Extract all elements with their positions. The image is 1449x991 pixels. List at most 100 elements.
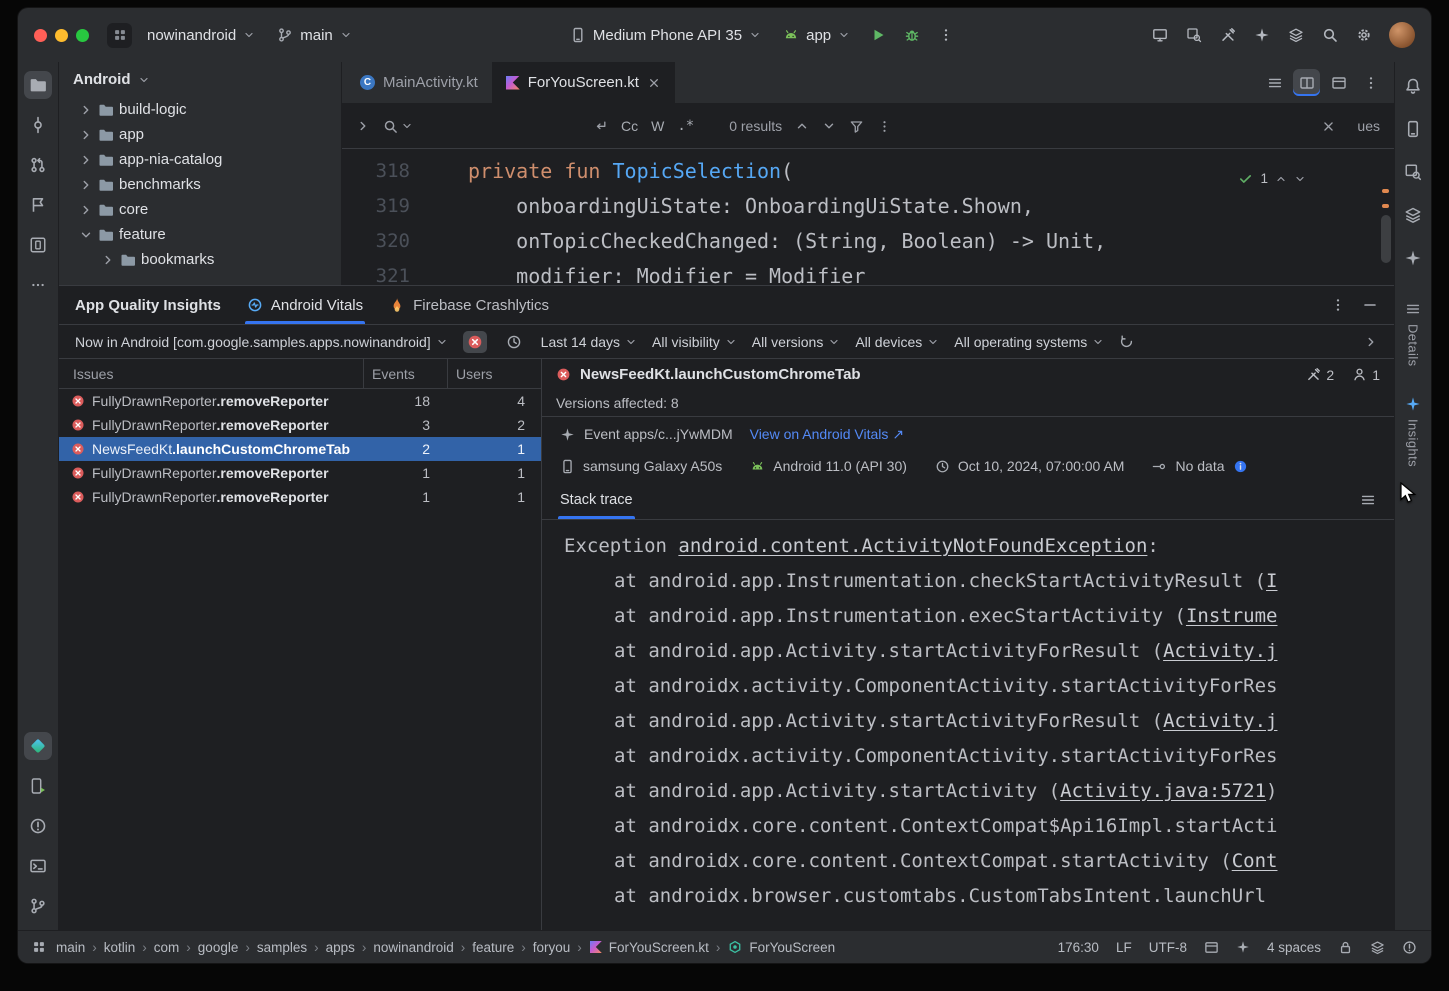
close-window-button[interactable]: [34, 29, 47, 42]
gemini-tool-icon[interactable]: [1399, 244, 1427, 272]
refresh-icon[interactable]: [1119, 334, 1134, 349]
scroll-right-icon[interactable]: [1364, 335, 1378, 349]
reader-mode-icon[interactable]: [1204, 940, 1219, 955]
more-tools-icon[interactable]: [24, 271, 52, 299]
error-stripe-mark[interactable]: [1382, 204, 1389, 208]
search-input[interactable]: [426, 117, 580, 136]
tree-item[interactable]: benchmarks: [59, 172, 341, 197]
previous-problem-icon[interactable]: [1275, 173, 1287, 185]
next-problem-icon[interactable]: [1294, 173, 1306, 185]
editor-list-icon[interactable]: [1261, 69, 1288, 96]
pull-requests-tool-icon[interactable]: [24, 151, 52, 179]
branch-selector[interactable]: main: [268, 21, 361, 50]
run-configuration-selector[interactable]: app: [774, 21, 859, 50]
run-button[interactable]: [863, 20, 893, 50]
tab-firebase-crashlytics[interactable]: Firebase Crashlytics: [389, 286, 549, 324]
breadcrumb-item[interactable]: ForYouScreen.kt: [607, 940, 711, 955]
issue-row[interactable]: FullyDrawnReporter.removeReporter 3 2: [59, 413, 541, 437]
notifications-status-icon[interactable]: [1402, 940, 1417, 955]
filter-search-icon[interactable]: [849, 119, 864, 134]
commit-tool-icon[interactable]: [24, 111, 52, 139]
app-inspection-tool-icon[interactable]: [1399, 201, 1427, 229]
anr-issues-toggle[interactable]: [502, 331, 526, 353]
breadcrumb-item[interactable]: nowinandroid: [371, 940, 455, 955]
column-issues[interactable]: Issues: [59, 366, 363, 382]
project-view-selector[interactable]: Android: [59, 62, 341, 97]
issue-row[interactable]: FullyDrawnReporter.removeReporter 1 1: [59, 485, 541, 509]
breadcrumb-item[interactable]: ForYouScreen: [747, 940, 837, 955]
device-selector[interactable]: Medium Phone API 35: [561, 21, 770, 50]
stack-link[interactable]: android.content.ActivityNotFoundExceptio…: [678, 535, 1147, 557]
newline-icon[interactable]: [593, 119, 608, 134]
tree-item[interactable]: app-nia-catalog: [59, 147, 341, 172]
devices-dropdown[interactable]: All devices: [855, 334, 939, 350]
more-actions-icon[interactable]: [931, 20, 961, 50]
tree-item[interactable]: app: [59, 122, 341, 147]
editor-more-icon[interactable]: [1357, 69, 1384, 96]
split-editor-icon[interactable]: [1293, 69, 1320, 96]
tree-item[interactable]: core: [59, 197, 341, 222]
stack-link[interactable]: Instrume: [1186, 605, 1278, 627]
breadcrumb-item[interactable]: apps: [324, 940, 357, 955]
caret-position[interactable]: 176:30: [1058, 940, 1099, 955]
app-quality-insights-tool-icon[interactable]: [24, 732, 52, 760]
avatar[interactable]: [1389, 22, 1415, 48]
tree-item[interactable]: feature: [59, 222, 341, 247]
chevron-right-icon[interactable]: [101, 253, 115, 267]
device-mirroring-icon[interactable]: [1145, 20, 1175, 50]
indent-size[interactable]: 4 spaces: [1267, 940, 1321, 955]
search-history-icon[interactable]: [383, 119, 413, 134]
fatal-issues-toggle[interactable]: [463, 331, 487, 353]
chevron-right-icon[interactable]: [79, 128, 93, 142]
breadcrumb-item[interactable]: google: [196, 940, 241, 955]
file-encoding[interactable]: UTF-8: [1149, 940, 1187, 955]
tab-insights[interactable]: Insights: [1405, 396, 1421, 467]
view-on-android-vitals-link[interactable]: View on Android Vitals ↗: [750, 426, 905, 443]
match-case-toggle[interactable]: Cc: [621, 118, 638, 134]
info-icon[interactable]: [1233, 459, 1248, 474]
chevron-right-icon[interactable]: [79, 103, 93, 117]
project-tool-icon[interactable]: [24, 71, 52, 99]
tab-stack-trace[interactable]: Stack trace: [560, 481, 633, 519]
next-occurrence-icon[interactable]: [822, 119, 836, 133]
issue-row-selected[interactable]: NewsFeedKt.launchCustomChromeTab 2 1: [59, 437, 541, 461]
stack-trace-options-icon[interactable]: [1360, 492, 1376, 508]
time-range-dropdown[interactable]: Last 14 days: [541, 334, 637, 350]
tab-details[interactable]: Details: [1405, 301, 1421, 367]
tree-item[interactable]: bookmarks: [59, 247, 341, 272]
breadcrumb-item[interactable]: com: [152, 940, 182, 955]
regex-toggle[interactable]: .*: [677, 118, 694, 134]
breadcrumb-item[interactable]: foryou: [531, 940, 573, 955]
main-menu-icon[interactable]: [107, 23, 132, 48]
breadcrumb-item[interactable]: samples: [255, 940, 309, 955]
error-stripe-mark[interactable]: [1382, 189, 1389, 193]
ai-status-icon[interactable]: [1236, 940, 1250, 954]
minimize-window-button[interactable]: [55, 29, 68, 42]
search-everywhere-icon[interactable]: [1315, 20, 1345, 50]
inspections-widget[interactable]: 1: [1238, 161, 1306, 196]
whole-words-toggle[interactable]: W: [651, 118, 664, 134]
line-separator[interactable]: LF: [1116, 940, 1132, 955]
problems-tool-icon[interactable]: [24, 812, 52, 840]
visibility-dropdown[interactable]: All visibility: [652, 334, 737, 350]
breadcrumb-item[interactable]: feature: [470, 940, 516, 955]
terminal-tool-icon[interactable]: [24, 852, 52, 880]
debug-button[interactable]: [897, 20, 927, 50]
stack-link[interactable]: Activity.j: [1163, 710, 1277, 732]
device-manager-tool-icon[interactable]: [24, 231, 52, 259]
file-lock-icon[interactable]: [1370, 940, 1385, 955]
expand-search-icon[interactable]: [356, 119, 370, 133]
lock-icon[interactable]: [1338, 940, 1353, 955]
chevron-right-icon[interactable]: [79, 153, 93, 167]
gradle-icon[interactable]: [1281, 20, 1311, 50]
aqi-more-icon[interactable]: [1330, 297, 1346, 313]
issue-row[interactable]: FullyDrawnReporter.removeReporter 1 1: [59, 461, 541, 485]
settings-icon[interactable]: [1349, 20, 1379, 50]
tool-window-switcher-icon[interactable]: [32, 940, 46, 954]
stack-link[interactable]: Activity.java:5721: [1060, 780, 1266, 802]
bookmarks-tool-icon[interactable]: [24, 191, 52, 219]
stack-link[interactable]: I: [1266, 570, 1277, 592]
minimize-panel-icon[interactable]: [1362, 297, 1378, 313]
chevron-right-icon[interactable]: [79, 178, 93, 192]
code-editor[interactable]: 318 private fun TopicSelection( 319 onbo…: [342, 149, 1394, 285]
